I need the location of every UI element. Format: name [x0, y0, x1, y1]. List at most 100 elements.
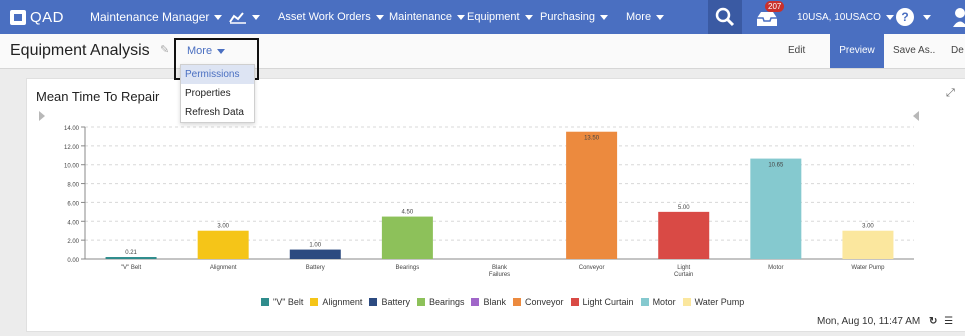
- more-dropdown-menu: Permissions Properties Refresh Data: [180, 64, 255, 123]
- x-tick-label: Blank: [492, 265, 508, 271]
- legend-label[interactable]: Motor: [653, 297, 676, 307]
- y-tick-label: 4.00: [67, 220, 79, 226]
- legend-swatch[interactable]: [310, 298, 319, 306]
- chart-card: Mean Time To Repair ⤢ 14.00 12.00 10.00 8.0…: [26, 78, 965, 332]
- menu-asset-work-orders[interactable]: Asset Work Orders: [278, 0, 384, 34]
- x-tick-label: Failures: [489, 272, 510, 278]
- bar-value-label: 1.00: [309, 243, 321, 249]
- legend-swatch[interactable]: [513, 298, 521, 306]
- chevron-down-icon: [885, 14, 894, 20]
- bar: [658, 211, 710, 259]
- menu-label: Maintenance: [389, 11, 452, 23]
- menu-maintenance[interactable]: Maintenance: [389, 0, 465, 34]
- notification-count-badge: 207: [765, 1, 785, 12]
- legend-label[interactable]: Alignment: [322, 297, 362, 307]
- bar: [842, 230, 894, 259]
- bar-value-label: 0.21: [125, 250, 137, 256]
- menu-dashboard-chart[interactable]: [229, 0, 260, 34]
- x-tick-label: Light: [677, 265, 690, 271]
- legend-label[interactable]: Conveyor: [525, 297, 564, 307]
- chevron-down-icon: [375, 14, 384, 20]
- qad-logo[interactable]: QAD: [10, 9, 64, 26]
- bar: [289, 249, 341, 259]
- edit-title-pencil-icon[interactable]: ✎: [160, 43, 169, 56]
- menu-label: Purchasing: [540, 11, 596, 23]
- logo-text: QAD: [30, 9, 65, 26]
- x-tick-label: Motor: [768, 265, 783, 271]
- chevron-down-icon: [252, 14, 260, 20]
- legend-label[interactable]: "V" Belt: [273, 297, 303, 307]
- menu-equipment[interactable]: Equipment: [467, 0, 533, 34]
- chart-footer: Mon, Aug 10, 11:47 AM ↻ ☰: [817, 316, 953, 327]
- y-tick-label: 10.00: [64, 164, 80, 170]
- bar-value-label: 3.00: [217, 224, 229, 230]
- qad-logo-icon: [10, 10, 26, 25]
- legend-label[interactable]: Bearings: [429, 297, 465, 307]
- menu-purchasing[interactable]: Purchasing: [540, 0, 609, 34]
- bar: [197, 230, 249, 259]
- search-icon: [715, 7, 735, 27]
- x-tick-label: Alignment: [210, 265, 237, 271]
- bar: [750, 158, 802, 259]
- legend-swatch[interactable]: [261, 298, 269, 306]
- bar-value-label: 4.50: [402, 210, 414, 216]
- y-tick-label: 2.00: [67, 239, 79, 245]
- bar: [105, 257, 157, 259]
- y-tick-label: 0.00: [67, 258, 79, 264]
- help-chevron-down-icon[interactable]: [923, 15, 931, 20]
- user-company-label: 10USA, 10USACO: [797, 11, 881, 23]
- edit-button[interactable]: Edit: [788, 34, 805, 68]
- list-view-icon[interactable]: ☰: [944, 316, 953, 327]
- x-tick-label: Curtain: [674, 272, 693, 278]
- legend-swatch[interactable]: [570, 298, 579, 306]
- legend-swatch[interactable]: [471, 298, 480, 306]
- legend-label[interactable]: Light Curtain: [583, 297, 634, 307]
- x-tick-label: Bearings: [396, 265, 420, 271]
- delete-button[interactable]: De: [951, 34, 964, 68]
- legend-swatch[interactable]: [416, 298, 425, 306]
- user-icon[interactable]: [952, 7, 965, 27]
- chevron-down-icon: [656, 14, 665, 20]
- legend-swatch[interactable]: [640, 298, 649, 306]
- y-tick-label: 12.00: [64, 145, 80, 151]
- save-as-button[interactable]: Save As..: [893, 34, 935, 68]
- preview-button[interactable]: Preview: [830, 34, 884, 68]
- bar: [381, 216, 433, 259]
- x-tick-label: Conveyor: [579, 265, 605, 271]
- refresh-icon[interactable]: ↻: [929, 316, 937, 327]
- bar: [566, 131, 618, 259]
- page-toolbar: Equipment Analysis ✎ More Edit Preview S…: [0, 34, 965, 69]
- search-button[interactable]: [708, 0, 742, 34]
- chevron-down-icon: [524, 14, 533, 20]
- chart-legend: "V" Belt Alignment Battery Bearings Blank Con…: [254, 297, 744, 307]
- page-title: Equipment Analysis: [10, 42, 150, 59]
- menu-item-refresh-data[interactable]: Refresh Data: [181, 103, 254, 122]
- legend-swatch[interactable]: [682, 298, 691, 306]
- legend-swatch[interactable]: [369, 298, 378, 306]
- menu-more[interactable]: More: [626, 0, 665, 34]
- menu-label: Asset Work Orders: [278, 11, 371, 23]
- legend-label[interactable]: Blank: [483, 297, 506, 307]
- last-refreshed-timestamp: Mon, Aug 10, 11:47 AM: [817, 316, 921, 327]
- legend-label[interactable]: Water Pump: [695, 297, 745, 307]
- bar-value-label: 3.00: [862, 224, 874, 230]
- user-company-selector[interactable]: 10USA, 10USACO: [797, 0, 894, 34]
- x-tick-label: Water Pump: [851, 265, 885, 271]
- x-tick-label: "V" Belt: [121, 265, 142, 271]
- chart-icon: [229, 12, 246, 24]
- y-tick-label: 8.00: [67, 183, 79, 189]
- help-button[interactable]: ?: [896, 8, 914, 26]
- menu-maintenance-manager[interactable]: Maintenance Manager: [90, 0, 223, 34]
- chevron-down-icon: [214, 14, 223, 20]
- chevron-down-icon: [457, 14, 465, 20]
- menu-item-permissions[interactable]: Permissions: [181, 65, 254, 84]
- bar-chart: 14.00 12.00 10.00 8.00 6.00 4.00 2.00 0.00 0.21 "…: [64, 126, 914, 278]
- x-tick-label: Battery: [306, 265, 325, 271]
- legend-label[interactable]: Battery: [381, 297, 410, 307]
- menu-item-properties[interactable]: Properties: [181, 84, 254, 103]
- left-panel-edge: [0, 74, 6, 336]
- bar-value-label: 10.65: [768, 163, 784, 169]
- bar-value-label: 13.50: [584, 136, 600, 142]
- chevron-down-icon: [600, 14, 609, 20]
- menu-label: Maintenance Manager: [90, 10, 210, 24]
